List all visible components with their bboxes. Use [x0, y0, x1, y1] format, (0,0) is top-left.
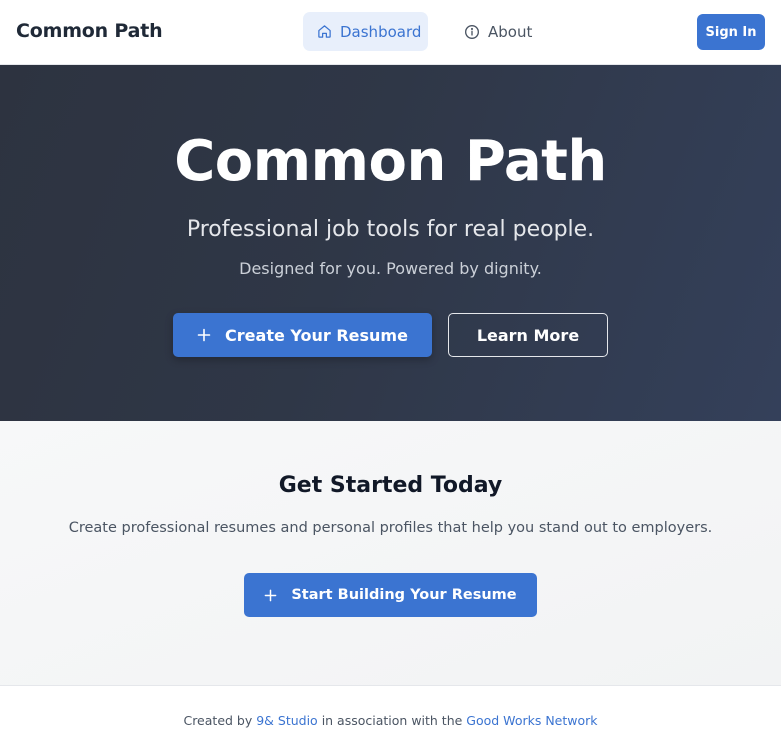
nav-about-label: About: [488, 22, 533, 41]
create-resume-button[interactable]: Create Your Resume: [173, 313, 432, 357]
get-started-title: Get Started Today: [278, 473, 503, 498]
sign-in-button[interactable]: Sign In: [697, 14, 765, 50]
plus-icon: [265, 589, 277, 601]
nav-about[interactable]: About: [450, 12, 546, 51]
start-building-label: Start Building Your Resume: [291, 587, 517, 603]
start-building-button[interactable]: Start Building Your Resume: [244, 573, 537, 617]
nav-dashboard-label: Dashboard: [340, 22, 422, 41]
info-icon: [465, 24, 479, 39]
hero-section: Common Path Professional job tools for r…: [0, 65, 781, 421]
create-resume-label: Create Your Resume: [225, 325, 408, 345]
plus-icon: [197, 328, 211, 342]
footer-middle: in association with the: [317, 713, 467, 728]
footer-credit: Created by 9& Studio in association with…: [0, 713, 781, 728]
studio-link[interactable]: 9& Studio: [256, 713, 318, 728]
hero-tagline: Designed for you. Powered by dignity.: [239, 259, 542, 278]
home-icon: [318, 25, 331, 38]
hero-subtitle: Professional job tools for real people.: [186, 217, 595, 242]
brand-logo[interactable]: Common Path: [16, 20, 163, 42]
footer-prefix: Created by: [183, 713, 257, 728]
get-started-section: Get Started Today Create professional re…: [0, 421, 781, 685]
learn-more-button[interactable]: Learn More: [448, 313, 608, 357]
good-works-network-link[interactable]: Good Works Network: [466, 713, 597, 728]
top-navbar: Common Path Dashboard About Sign In: [0, 0, 781, 65]
page-footer: Created by 9& Studio in association with…: [0, 685, 781, 755]
nav-dashboard[interactable]: Dashboard: [303, 12, 428, 51]
hero-title: Common Path: [174, 129, 607, 194]
get-started-text: Create professional resumes and personal…: [68, 520, 713, 536]
